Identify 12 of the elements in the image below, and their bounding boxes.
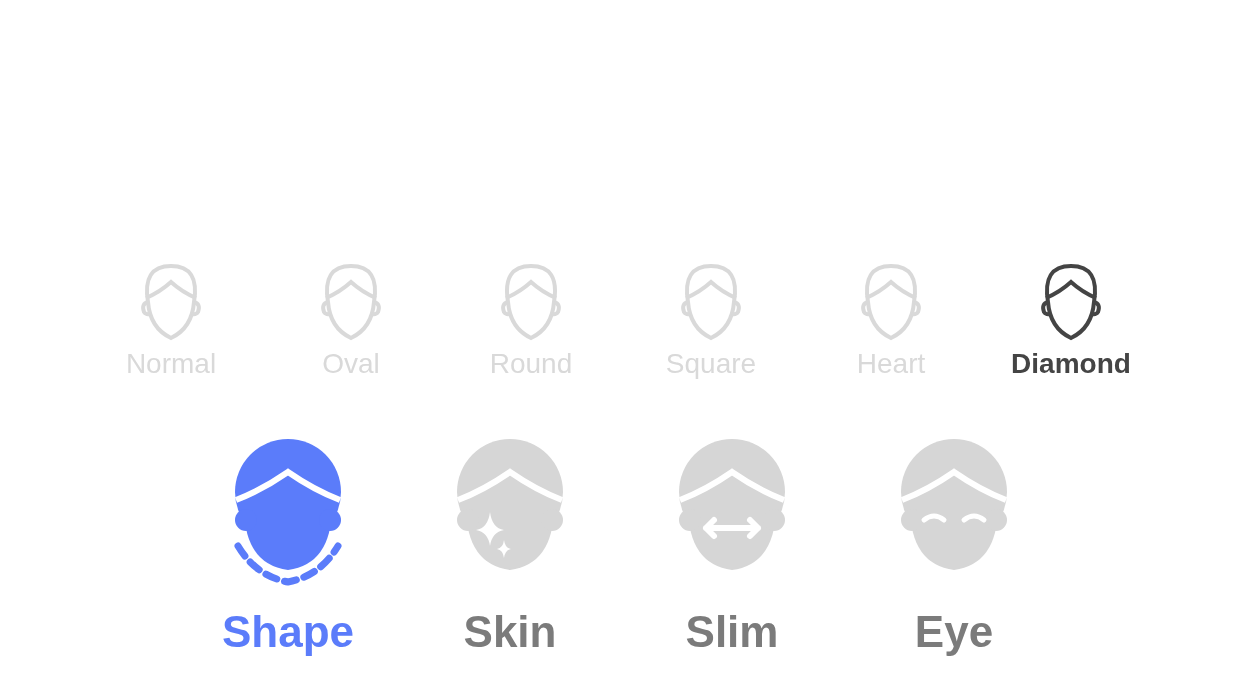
face-outline-icon [498,262,564,342]
tab[interactable]: Slim [676,436,788,658]
tab[interactable]: Shape [221,436,354,658]
head-silhouette-icon [232,436,344,586]
tab[interactable]: Skin [454,436,566,658]
face-outline-icon [858,262,924,342]
face-outline-icon [678,262,744,342]
face-shape-option[interactable]: Diamond [1011,262,1131,380]
face-outline-icon [318,262,384,342]
tab[interactable]: Eye [898,436,1010,658]
face-outline-icon [1038,262,1104,342]
face-outline-icon [138,262,204,342]
